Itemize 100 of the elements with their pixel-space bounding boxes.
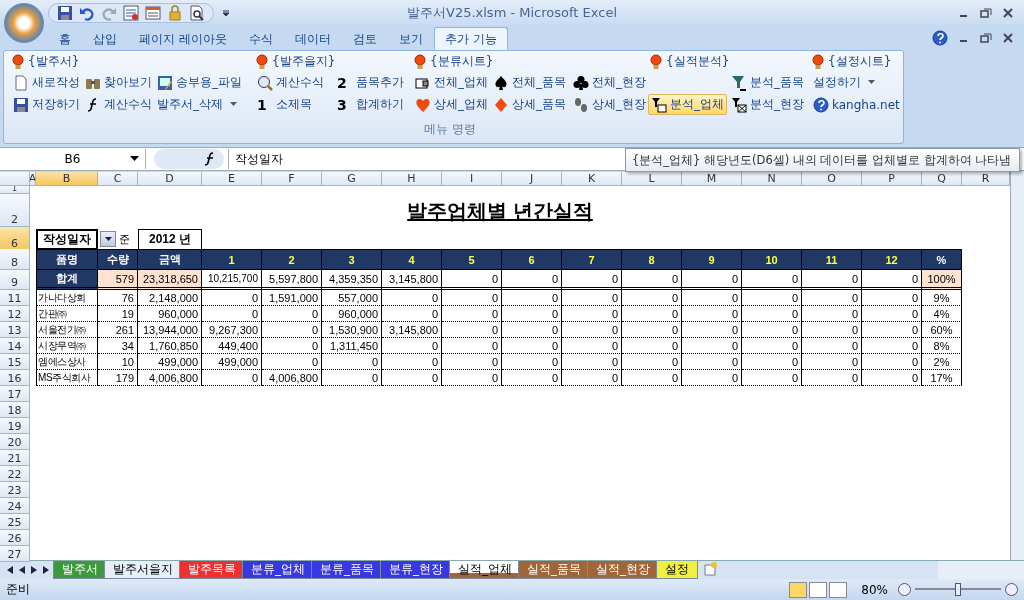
ribbon-command[interactable]: 분석_현장 <box>728 94 807 115</box>
normal-view-button[interactable] <box>789 581 808 598</box>
row-header[interactable]: 1 <box>0 186 30 194</box>
ribbon-command[interactable]: 전체_업체 <box>412 72 491 93</box>
row-header[interactable]: 15 <box>0 354 30 370</box>
ribbon-command[interactable]: 1 소제목 <box>254 94 315 115</box>
row-header[interactable]: 21 <box>0 450 30 466</box>
sheet-tab[interactable]: 설정 <box>656 561 698 579</box>
row-header[interactable]: 14 <box>0 338 30 354</box>
dropdown-button[interactable] <box>100 231 116 247</box>
ribbon-command[interactable]: 발주서_삭제 <box>154 94 240 115</box>
column-header[interactable]: K <box>562 172 622 186</box>
zoom-in-button[interactable] <box>1005 583 1018 596</box>
checklist-icon[interactable] <box>123 4 139 21</box>
row-header[interactable]: 9 <box>0 270 30 290</box>
horizontal-scrollbar[interactable] <box>938 561 1024 579</box>
sheet-tab[interactable]: 분류_품목 <box>311 561 383 579</box>
column-header[interactable]: O <box>802 172 862 186</box>
row-header[interactable]: 12 <box>0 306 30 322</box>
row-header[interactable]: 11 <box>0 290 30 306</box>
column-header[interactable]: L <box>622 172 682 186</box>
ribbon-command[interactable]: 상세_업체 <box>412 94 491 115</box>
ribbon-tab[interactable]: 보기 <box>387 27 434 50</box>
ribbon-command[interactable]: 상세_현장 <box>570 94 649 115</box>
ribbon-command[interactable]: 새로작성 <box>10 72 83 93</box>
row-header[interactable]: 25 <box>0 514 30 530</box>
row-header[interactable]: 17 <box>0 386 30 402</box>
ribbon-command[interactable]: 찾아보기 <box>82 72 155 93</box>
lock-icon[interactable] <box>167 4 183 21</box>
ribbon-command[interactable]: 상세_품목 <box>490 94 569 115</box>
ribbon-command[interactable]: 전체_품목 <box>490 72 569 93</box>
ribbon-tab[interactable]: 추가 기능 <box>433 27 508 50</box>
row-header[interactable]: 13 <box>0 322 30 338</box>
ribbon-command[interactable]: 분석_품목 <box>728 72 807 93</box>
row-header[interactable]: 20 <box>0 434 30 450</box>
row-header[interactable]: 22 <box>0 466 30 482</box>
customize-icon[interactable] <box>222 8 230 17</box>
column-header[interactable]: H <box>382 172 442 186</box>
ribbon-tab[interactable]: 삽입 <box>82 27 128 50</box>
ribbon-command[interactable]: 분석_업체 <box>648 94 727 115</box>
ribbon-command[interactable]: 전체_현장 <box>570 72 649 93</box>
ribbon-command[interactable]: 저장하기 <box>10 94 83 115</box>
page-break-button[interactable] <box>829 581 848 598</box>
sheet-tab[interactable]: 실적_현장 <box>587 561 659 579</box>
sheet-tab[interactable]: 실적_업체 <box>449 561 521 579</box>
slider-thumb[interactable] <box>955 583 961 596</box>
row-header[interactable]: 2 <box>0 194 30 227</box>
formula-field[interactable]: 작성일자 <box>235 150 283 168</box>
office-button[interactable] <box>4 3 44 43</box>
row-header[interactable]: 23 <box>0 482 30 498</box>
row-header[interactable]: 26 <box>0 530 30 546</box>
close-icon[interactable] <box>1002 32 1014 44</box>
ribbon-command[interactable]: 3 합계하기 <box>334 94 407 115</box>
ribbon-command[interactable]: kangha.net <box>810 94 903 115</box>
sheet-tab[interactable]: 발주목록 <box>179 561 245 579</box>
ribbon-tab[interactable]: 데이터 <box>283 27 342 50</box>
column-header[interactable]: B <box>36 172 98 186</box>
sheet-tab[interactable]: 발주서 <box>53 561 107 579</box>
ribbon-tab[interactable]: 수식 <box>237 27 284 50</box>
ribbon-tab[interactable]: 검토 <box>341 27 388 50</box>
column-header[interactable]: F <box>262 172 322 186</box>
sheet-tab[interactable]: 분류_현장 <box>380 561 452 579</box>
column-header[interactable]: M <box>682 172 742 186</box>
print-preview-icon[interactable] <box>189 4 205 21</box>
sheet-tab[interactable]: 분류_업체 <box>242 561 314 579</box>
zoom-level[interactable]: 80% <box>861 582 888 597</box>
row-header[interactable]: 24 <box>0 498 30 514</box>
vertical-scrollbar[interactable] <box>1010 172 1024 560</box>
ribbon-command[interactable]: 계산수식 <box>254 72 327 93</box>
column-header[interactable]: G <box>322 172 382 186</box>
column-header[interactable]: P <box>862 172 922 186</box>
form-icon[interactable] <box>145 4 161 21</box>
ribbon-command[interactable]: 계산수식 <box>82 94 155 115</box>
name-box[interactable]: B6 <box>64 152 81 166</box>
row-header[interactable]: 18 <box>0 402 30 418</box>
column-header[interactable]: E <box>202 172 262 186</box>
restore-icon[interactable] <box>980 6 992 19</box>
page-layout-button[interactable] <box>809 581 828 598</box>
row-header[interactable]: 8 <box>0 249 30 270</box>
column-header[interactable]: I <box>442 172 502 186</box>
ribbon-command[interactable]: 송부용_파일 <box>154 72 245 93</box>
ribbon-tab[interactable]: 페이지 레이아웃 <box>128 27 238 50</box>
ribbon-tab[interactable]: 홈 <box>48 27 82 50</box>
zoom-out-button[interactable] <box>898 583 911 596</box>
row-header[interactable]: 19 <box>0 418 30 434</box>
sheet-tab[interactable]: 발주서을지 <box>104 561 182 579</box>
row-header[interactable]: 27 <box>0 546 30 562</box>
column-header[interactable]: N <box>742 172 802 186</box>
row-header[interactable]: 6 <box>0 227 30 251</box>
column-header[interactable]: D <box>138 172 202 186</box>
restore-icon[interactable] <box>980 32 992 44</box>
row-header[interactable]: 16 <box>0 370 30 386</box>
sheet-tab[interactable]: 실적_품목 <box>518 561 590 579</box>
close-icon[interactable] <box>1002 6 1014 19</box>
column-header[interactable]: C <box>98 172 138 186</box>
ribbon-command[interactable]: 2 품목추가 <box>334 72 407 93</box>
column-header[interactable]: R <box>962 172 1010 186</box>
column-header[interactable]: Q <box>922 172 962 186</box>
column-header[interactable]: J <box>502 172 562 186</box>
ribbon-command[interactable]: 설정하기 <box>810 72 878 93</box>
